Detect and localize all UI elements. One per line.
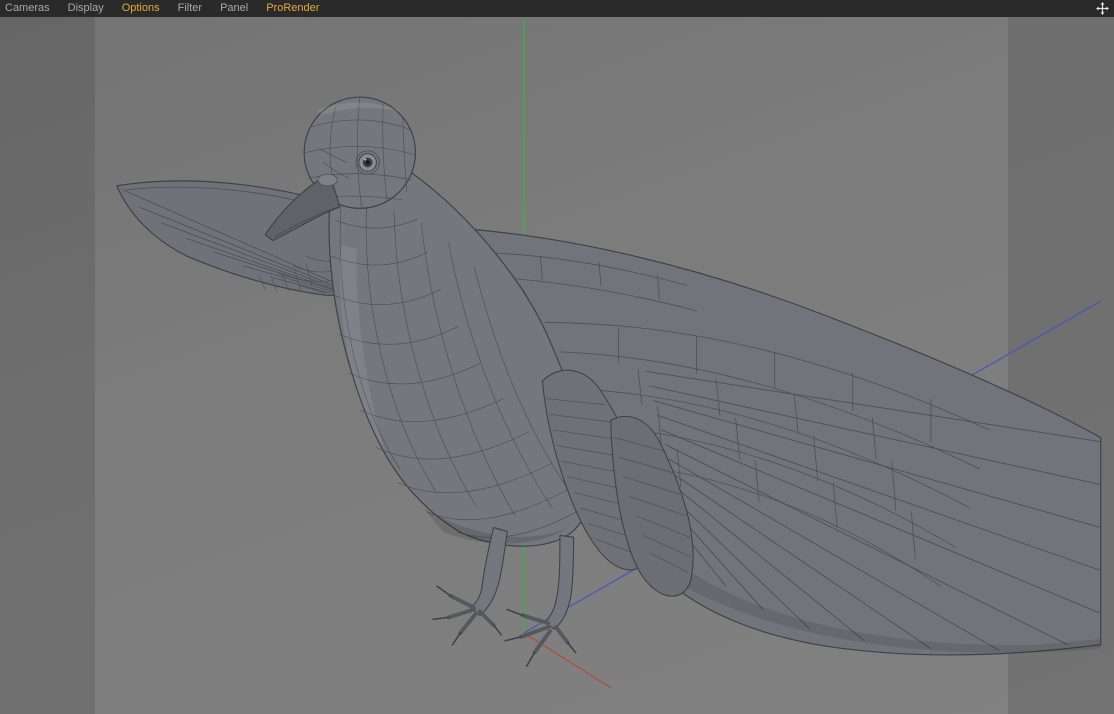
- legs-and-feet: [432, 527, 577, 667]
- beak-cere: [317, 173, 338, 187]
- menu-item-filter[interactable]: Filter: [169, 0, 211, 17]
- pan-move-icon-glyph: [1095, 2, 1109, 15]
- menu-item-panel[interactable]: Panel: [211, 0, 257, 17]
- menu-item-prorender[interactable]: ProRender: [257, 0, 328, 17]
- pan-move-icon[interactable]: [1095, 2, 1109, 16]
- viewport-3d[interactable]: [0, 17, 1114, 714]
- menu-item-display[interactable]: Display: [59, 0, 113, 17]
- eye: [355, 150, 380, 175]
- viewport-menu-bar: Cameras Display Options Filter Panel Pro…: [0, 0, 1114, 17]
- pigeon-wireframe-model: [116, 96, 1102, 667]
- menu-item-cameras[interactable]: Cameras: [0, 0, 59, 17]
- body: [328, 155, 591, 547]
- menu-item-options[interactable]: Options: [113, 0, 169, 17]
- scene-canvas: [116, 19, 1102, 689]
